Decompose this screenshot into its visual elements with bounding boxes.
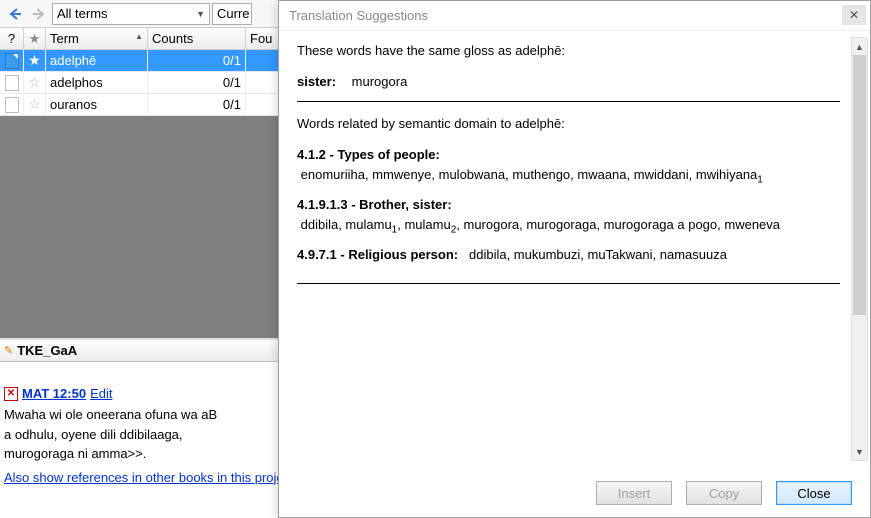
scrollbar[interactable]: ▲ ▼ (851, 37, 868, 461)
scroll-up-arrow[interactable]: ▲ (852, 38, 867, 55)
col-header-star[interactable]: ★ (24, 28, 46, 49)
scope-combo[interactable]: Curre (212, 3, 252, 25)
translation-suggestions-dialog: Translation Suggestions ✕ These words ha… (278, 0, 871, 518)
nav-back-button[interactable] (4, 3, 26, 25)
intro-text: These words have the same gloss as adelp… (297, 43, 840, 58)
semantic-domain: 4.9.7.1 - Religious person: ddibila, muk… (297, 245, 840, 265)
verse-reference-link[interactable]: MAT 12:50 (22, 386, 86, 401)
star-icon[interactable]: ☆ (28, 96, 41, 113)
terms-filter-combo[interactable]: All terms ▼ (52, 3, 210, 25)
term-cell: adelphos (46, 72, 148, 93)
status-icon (5, 97, 19, 113)
gloss-value: murogora (352, 74, 408, 89)
copy-button[interactable]: Copy (686, 481, 762, 505)
star-icon[interactable]: ☆ (28, 74, 41, 91)
term-cell: ouranos (46, 94, 148, 115)
nav-forward-button[interactable] (28, 3, 50, 25)
counts-cell: 0/1 (148, 50, 246, 71)
chevron-down-icon: ▼ (196, 9, 205, 19)
term-cell: adelphē (46, 50, 148, 71)
divider (297, 101, 840, 102)
scroll-thumb[interactable] (853, 55, 866, 315)
semantic-domain: 4.1.2 - Types of people: enomuriiha, mmw… (297, 145, 840, 187)
star-icon[interactable]: ★ (28, 52, 41, 69)
close-icon[interactable]: ✕ (842, 5, 866, 25)
dialog-footer: Insert Copy Close (279, 469, 870, 517)
gloss-line: sister: murogora (297, 74, 840, 89)
col-header-counts[interactable]: Counts (148, 28, 246, 49)
dialog-title-bar: Translation Suggestions (279, 1, 870, 31)
status-icon (5, 53, 19, 69)
dialog-body: These words have the same gloss as adelp… (279, 31, 870, 469)
gloss-label: sister: (297, 74, 336, 89)
close-button[interactable]: Close (776, 481, 852, 505)
col-header-term[interactable]: Term▲ (46, 28, 148, 49)
project-name: TKE_GaA (17, 343, 77, 358)
insert-button[interactable]: Insert (596, 481, 672, 505)
divider (297, 283, 840, 284)
counts-cell: 0/1 (148, 72, 246, 93)
scroll-down-arrow[interactable]: ▼ (852, 443, 867, 460)
dialog-title: Translation Suggestions (289, 8, 428, 23)
status-icon (5, 75, 19, 91)
edit-icon: ✎ (4, 344, 13, 357)
col-header-status[interactable]: ? (0, 28, 24, 49)
scope-label: Curre (217, 6, 250, 21)
show-references-link[interactable]: Also show references in other books in t… (4, 470, 294, 485)
edit-link[interactable]: Edit (90, 386, 112, 401)
missing-rendering-icon[interactable]: ✕ (4, 387, 18, 401)
sort-asc-icon: ▲ (135, 32, 143, 41)
related-intro: Words related by semantic domain to adel… (297, 116, 840, 131)
counts-cell: 0/1 (148, 94, 246, 115)
semantic-domain: 4.1.9.1.3 - Brother, sister: ddibila, mu… (297, 195, 840, 237)
terms-filter-label: All terms (57, 6, 108, 21)
